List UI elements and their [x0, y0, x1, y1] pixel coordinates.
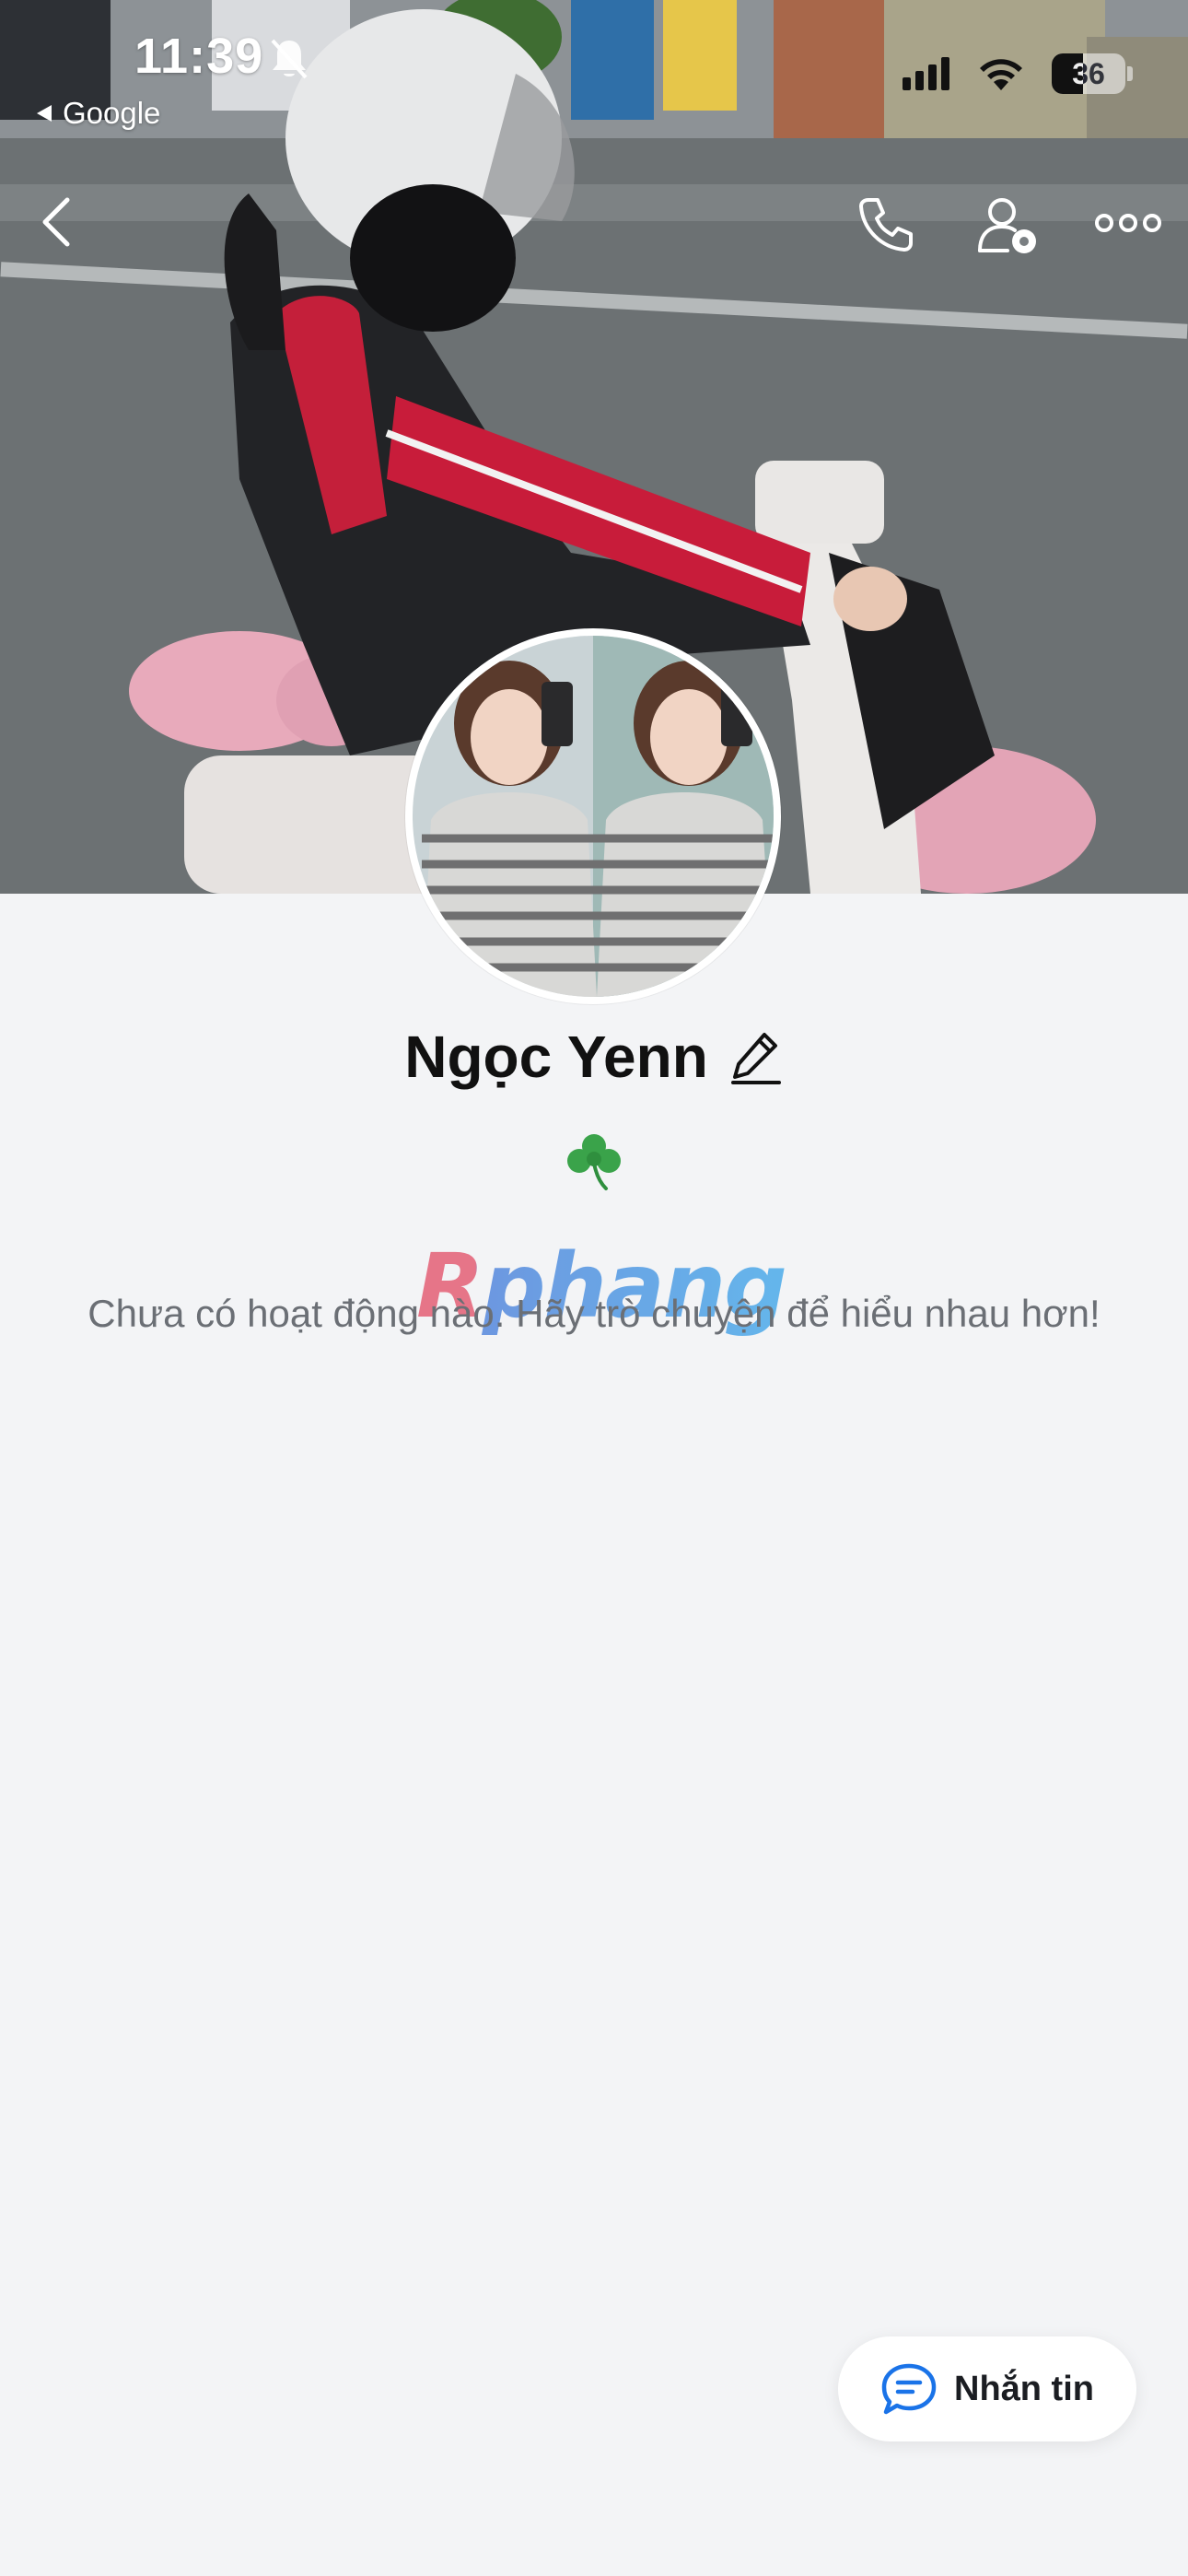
empty-activity-message: Chưa có hoạt động nào. Hãy trò chuyện để… — [87, 1292, 1101, 1335]
profile-name-row: Ngọc Yenn — [0, 1023, 1188, 1091]
cellular-signal-icon — [903, 57, 949, 90]
more-options-button[interactable] — [1090, 195, 1166, 251]
ellipsis-icon — [1095, 214, 1161, 232]
battery-icon: 36 — [1052, 53, 1133, 94]
back-button[interactable] — [28, 190, 83, 254]
back-triangle-icon — [37, 105, 52, 122]
pencil-icon — [730, 1033, 781, 1084]
back-to-app-link[interactable]: Google — [35, 96, 160, 131]
profile-screen: 11:39 Google 36 Ngọc Yenn Rphang Chưa có… — [0, 0, 1188, 2576]
profile-name: Ngọc Yenn — [404, 1024, 708, 1090]
chevron-left-icon — [42, 197, 70, 247]
phone-icon — [859, 198, 913, 252]
status-time: 11:39 — [134, 29, 264, 84]
edit-name-button[interactable] — [728, 1029, 784, 1084]
bell-muted-icon — [269, 37, 309, 86]
call-button[interactable] — [851, 190, 919, 258]
avatar-photo — [413, 636, 774, 997]
wifi-icon — [980, 59, 1022, 90]
send-message-button[interactable]: Nhắn tin — [838, 2336, 1136, 2441]
bio-clover-emoji — [564, 1131, 624, 1192]
send-message-label: Nhắn tin — [954, 2369, 1094, 2408]
clover-icon — [567, 1134, 621, 1190]
back-to-app-label: Google — [63, 96, 161, 130]
profile-avatar[interactable] — [405, 628, 781, 1004]
profile-settings-button[interactable] — [973, 190, 1046, 263]
battery-level: 36 — [1072, 57, 1105, 90]
chat-bubble-icon — [881, 2363, 937, 2415]
user-settings-icon — [978, 198, 1036, 253]
status-icons: 36 — [903, 53, 1133, 94]
